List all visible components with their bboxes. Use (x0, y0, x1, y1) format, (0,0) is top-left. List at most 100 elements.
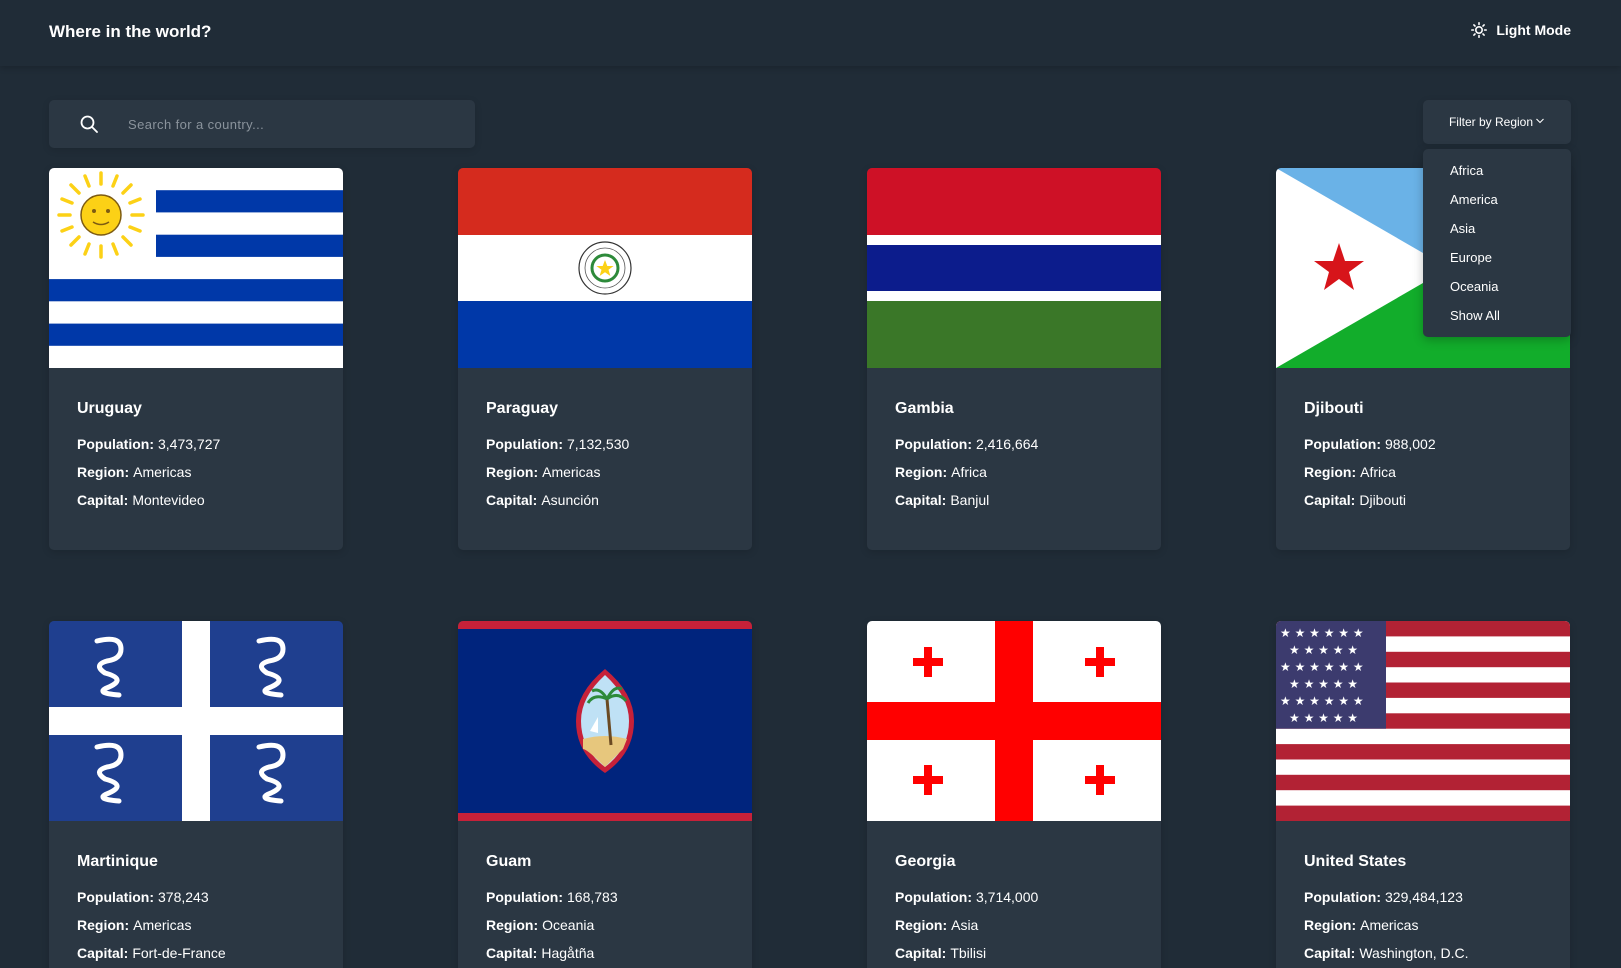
svg-text:★ ★ ★ ★ ★: ★ ★ ★ ★ ★ (1289, 643, 1358, 657)
region-label: Region: (77, 917, 130, 933)
region-stat: Region: Americas (77, 464, 191, 480)
site-title: Where in the world? (49, 22, 212, 41)
svg-text:★ ★ ★ ★ ★: ★ ★ ★ ★ ★ (1289, 711, 1358, 725)
martinique-flag (49, 621, 343, 821)
region-stat: Region: Africa (895, 464, 987, 480)
country-name: Guam (486, 853, 532, 870)
population-value: 168,783 (567, 889, 618, 905)
country-card[interactable]: Martinique Population: 378,243 Region: Ame… (49, 621, 343, 968)
country-name: Djibouti (1304, 400, 1364, 417)
capital-label: Capital: (486, 492, 538, 508)
population-value: 3,473,727 (158, 436, 221, 452)
region-stat: Region: Americas (486, 464, 600, 480)
capital-label: Capital: (895, 492, 947, 508)
country-card[interactable]: Paraguay Population: 7,132,530 Region: Ame… (458, 168, 752, 550)
region-label: Region: (486, 917, 539, 933)
theme-toggle-button[interactable]: Light Mode (1471, 22, 1571, 38)
capital-value: Asunción (541, 492, 599, 508)
population-value: 7,132,530 (567, 436, 630, 452)
capital-value: Washington, D.C. (1359, 945, 1469, 961)
capital-value: Montevideo (132, 492, 205, 508)
region-option-show-all[interactable]: Show All (1450, 308, 1500, 323)
population-label: Population: (77, 436, 154, 452)
capital-value: Banjul (950, 492, 990, 508)
capital-stat: Capital: Hagåtña (486, 945, 594, 961)
population-value: 329,484,123 (1385, 889, 1463, 905)
united-states-flag: ★ ★ ★ ★ ★ ★ ★ ★ ★ ★ ★ ★ ★ ★ ★ ★ ★ ★ ★ ★ … (1276, 621, 1570, 821)
region-option-oceania[interactable]: Oceania (1450, 279, 1498, 294)
population-stat: Population: 2,416,664 (895, 436, 1038, 452)
population-stat: Population: 7,132,530 (486, 436, 629, 452)
population-value: 2,416,664 (976, 436, 1039, 452)
region-label: Region: (895, 917, 948, 933)
filter-by-region-button[interactable]: Filter by Region (1423, 100, 1571, 144)
country-card[interactable]: Uruguay Population: 3,473,727 Region: Amer… (49, 168, 343, 550)
region-label: Region: (895, 464, 948, 480)
region-label: Region: (486, 464, 539, 480)
region-label: Region: (77, 464, 130, 480)
filter-label: Filter by Region (1448, 115, 1534, 129)
country-name: Georgia (895, 853, 956, 870)
region-value: Asia (951, 917, 979, 933)
theme-toggle-label: Light Mode (1496, 22, 1571, 38)
country-name: Martinique (77, 853, 158, 870)
region-option-america[interactable]: America (1450, 192, 1498, 207)
search-bar (49, 100, 475, 148)
region-stat: Region: Asia (895, 917, 978, 933)
capital-value: Tbilisi (950, 945, 987, 961)
region-label: Region: (1304, 464, 1357, 480)
region-option-africa[interactable]: Africa (1450, 163, 1483, 178)
capital-stat: Capital: Washington, D.C. (1304, 945, 1469, 961)
population-stat: Population: 168,783 (486, 889, 618, 905)
sun-icon (1471, 22, 1488, 38)
population-label: Population: (486, 889, 563, 905)
country-name: Gambia (895, 400, 954, 417)
country-card[interactable]: Guam Population: 168,783 Region: Oceania C… (458, 621, 752, 968)
capital-label: Capital: (486, 945, 538, 961)
region-value: Americas (133, 917, 192, 933)
country-card[interactable]: Gambia Population: 2,416,664 Region: Afric… (867, 168, 1161, 550)
svg-text:★ ★ ★ ★ ★ ★: ★ ★ ★ ★ ★ ★ (1280, 694, 1364, 708)
population-stat: Population: 378,243 (77, 889, 209, 905)
country-card[interactable]: Georgia Population: 3,714,000 Region: Asia… (867, 621, 1161, 968)
region-value: Oceania (542, 917, 595, 933)
population-value: 378,243 (158, 889, 209, 905)
population-label: Population: (895, 436, 972, 452)
region-label: Region: (1304, 917, 1357, 933)
country-name: Paraguay (486, 400, 559, 417)
region-value: Americas (133, 464, 192, 480)
population-label: Population: (486, 436, 563, 452)
region-stat: Region: Africa (1304, 464, 1396, 480)
uruguay-flag (49, 168, 343, 368)
capital-stat: Capital: Banjul (895, 492, 989, 508)
capital-label: Capital: (77, 945, 129, 961)
population-stat: Population: 329,484,123 (1304, 889, 1463, 905)
population-stat: Population: 3,473,727 (77, 436, 220, 452)
header: Where in the world? Light Mode (0, 0, 1621, 66)
svg-text:★ ★ ★ ★ ★ ★: ★ ★ ★ ★ ★ ★ (1280, 660, 1364, 674)
population-label: Population: (895, 889, 972, 905)
capital-stat: Capital: Tbilisi (895, 945, 986, 961)
capital-label: Capital: (77, 492, 129, 508)
country-card[interactable]: ★ ★ ★ ★ ★ ★ ★ ★ ★ ★ ★ ★ ★ ★ ★ ★ ★ ★ ★ ★ … (1276, 621, 1570, 968)
region-stat: Region: Americas (77, 917, 191, 933)
search-icon[interactable] (79, 114, 99, 139)
capital-value: Fort-de-France (132, 945, 226, 961)
region-option-asia[interactable]: Asia (1450, 221, 1475, 236)
country-name: United States (1304, 853, 1407, 870)
paraguay-flag (458, 168, 752, 368)
population-label: Population: (1304, 889, 1381, 905)
population-stat: Population: 988,002 (1304, 436, 1436, 452)
population-value: 988,002 (1385, 436, 1436, 452)
region-option-europe[interactable]: Europe (1450, 250, 1492, 265)
capital-label: Capital: (1304, 492, 1356, 508)
region-stat: Region: Oceania (486, 917, 594, 933)
guam-flag (458, 621, 752, 821)
gambia-flag (867, 168, 1161, 368)
search-input[interactable] (128, 100, 458, 148)
population-label: Population: (77, 889, 154, 905)
capital-value: Hagåtña (541, 945, 595, 961)
region-value: Americas (1360, 917, 1419, 933)
capital-stat: Capital: Montevideo (77, 492, 205, 508)
region-stat: Region: Americas (1304, 917, 1418, 933)
